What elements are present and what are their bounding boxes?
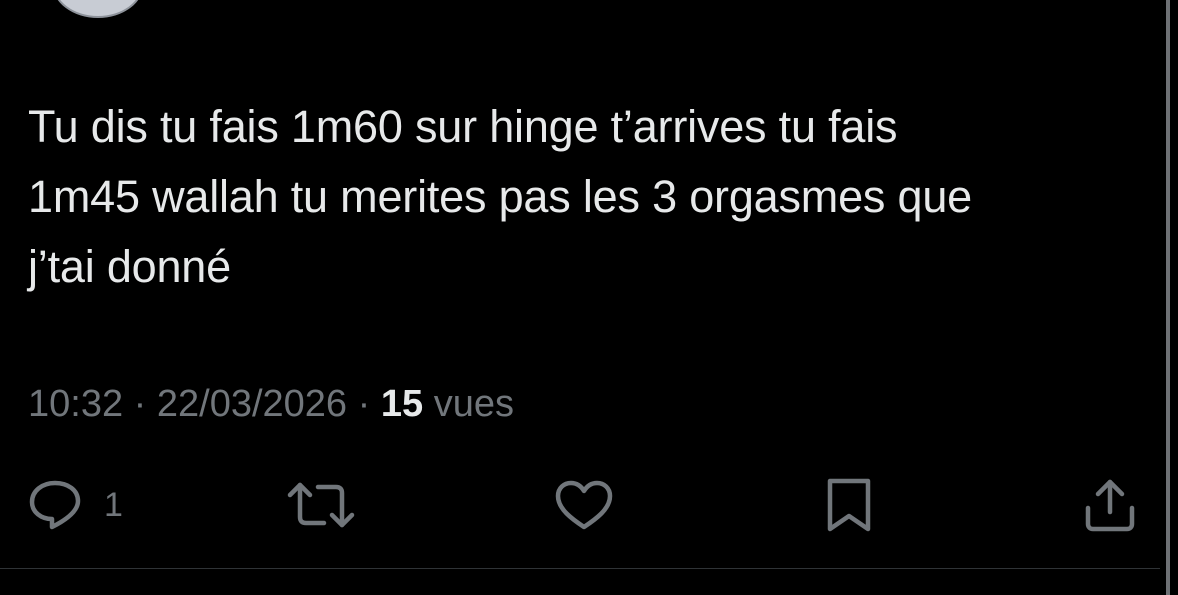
scrollbar[interactable] xyxy=(1166,0,1170,595)
avatar[interactable] xyxy=(52,0,144,18)
retweet-icon xyxy=(286,479,356,531)
bookmark-button[interactable] xyxy=(824,478,874,532)
views-label[interactable]: vues xyxy=(434,383,514,425)
heart-icon xyxy=(554,479,614,531)
reply-button[interactable]: 1 xyxy=(28,478,123,532)
divider xyxy=(0,568,1160,569)
like-button[interactable] xyxy=(554,478,614,532)
reply-icon xyxy=(28,479,82,531)
reply-count: 1 xyxy=(104,485,123,524)
tweet-time: 10:32 xyxy=(28,383,124,425)
meta-separator: · xyxy=(357,383,371,425)
meta-separator: · xyxy=(133,383,147,425)
share-icon xyxy=(1084,478,1136,532)
tweet-meta: 10:32 · 22/03/2026 · 15 vues xyxy=(28,378,514,430)
bookmark-icon xyxy=(824,477,874,533)
views-count[interactable]: 15 xyxy=(381,383,423,425)
retweet-button[interactable] xyxy=(286,478,356,532)
tweet-date: 22/03/2026 xyxy=(156,383,348,425)
share-button[interactable] xyxy=(1084,478,1136,532)
tweet-text: Tu dis tu fais 1m60 sur hinge t’arrives … xyxy=(28,101,972,292)
